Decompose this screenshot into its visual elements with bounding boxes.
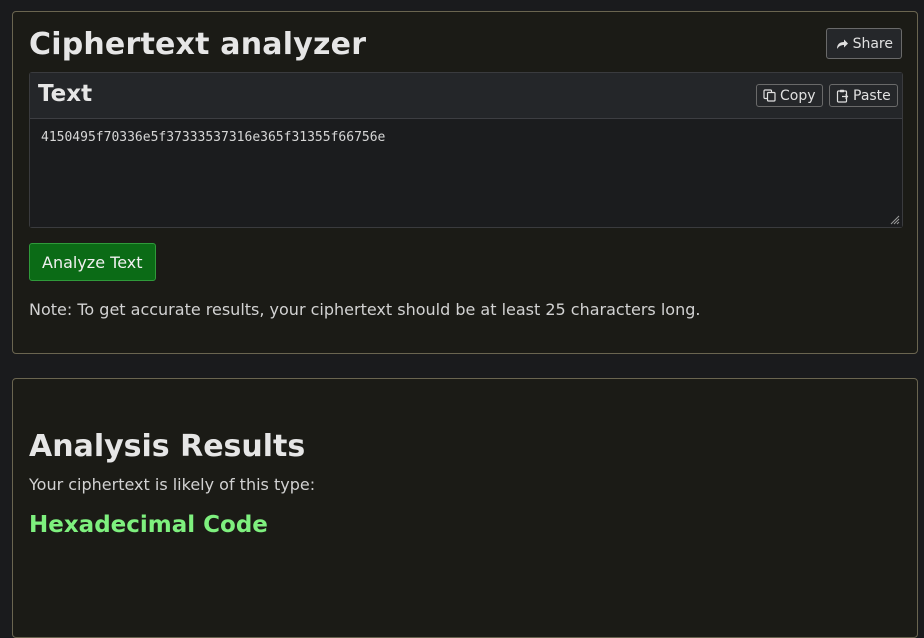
text-card: Text Copy Paste 4150495f70336e5f37333537… (29, 72, 903, 228)
length-note: Note: To get accurate results, your ciph… (29, 300, 701, 319)
share-arrow-icon (835, 37, 849, 51)
analyze-text-button[interactable]: Analyze Text (29, 243, 156, 281)
paste-clipboard-icon (836, 89, 849, 103)
results-panel: Analysis Results Your ciphertext is like… (12, 378, 918, 638)
share-button-label: Share (852, 35, 893, 52)
detected-cipher-type: Hexadecimal Code (29, 512, 268, 538)
paste-button[interactable]: Paste (829, 84, 898, 107)
results-title: Analysis Results (29, 429, 306, 464)
copy-button[interactable]: Copy (756, 84, 823, 107)
text-card-title: Text (38, 81, 93, 107)
results-subtitle: Your ciphertext is likely of this type: (29, 475, 316, 494)
copy-icon (763, 89, 776, 102)
analyzer-panel: Ciphertext analyzer Share Text Copy Past… (12, 11, 918, 354)
paste-button-label: Paste (853, 87, 891, 104)
ciphertext-input[interactable]: 4150495f70336e5f37333537316e365f31355f66… (30, 119, 902, 227)
share-button[interactable]: Share (825, 28, 902, 59)
resize-grip-icon[interactable] (888, 213, 900, 225)
text-card-header: Text Copy Paste (30, 73, 902, 119)
copy-button-label: Copy (780, 87, 816, 104)
page-title: Ciphertext analyzer (29, 27, 367, 62)
